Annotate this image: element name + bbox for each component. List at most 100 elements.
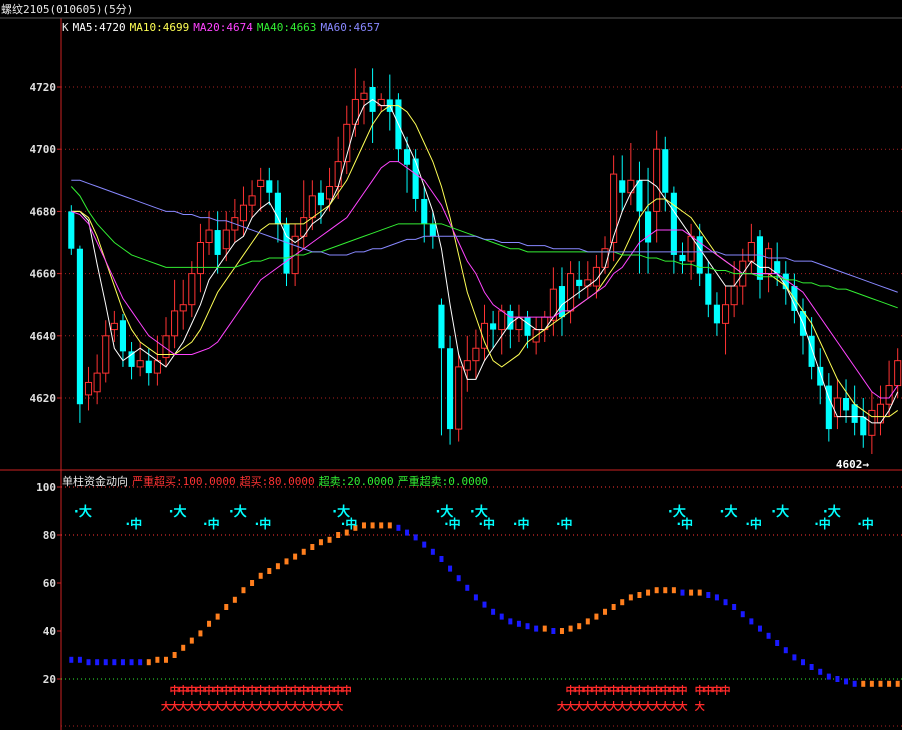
signal-big-icon: ·大 [74,504,92,520]
candle-body-up [171,310,179,337]
candle-body-down [808,335,815,367]
indicator-bar [491,608,496,615]
indicator-bar [207,620,212,627]
candle-body-up [627,179,635,194]
candle-body-down [842,398,850,411]
signal-big-icon: ·大 [771,504,789,520]
candle-body-down [119,320,127,352]
signal-mid-icon: ·中 [444,516,461,531]
indicator-bar [439,556,444,562]
candle-body-down [662,149,669,193]
signal-mid-icon: ·中 [255,516,272,531]
indicator-bar [422,541,427,548]
indicator-bar [370,522,375,529]
candle-body-down [274,192,281,224]
signal-big-icon: ·大 [169,504,187,520]
indicator-bar [895,680,900,687]
indicator-bar [198,630,203,637]
signal-mid-icon: ·中 [676,516,693,531]
indicator-bar [577,623,582,630]
indicator-bar [215,613,220,620]
candle-body-down [576,279,583,287]
indicator-bar [95,659,100,666]
candle-body-up [222,229,230,250]
signal-mid-icon: ·中 [341,516,358,531]
buy-mid-icon: 中 [342,684,352,697]
price-tick-label: 4620 [30,392,57,405]
candle-body-down [490,323,497,330]
indicator-bar [224,604,229,610]
candle-body-down [429,223,436,237]
indicator-bar [671,587,676,594]
candle-body-down [68,211,75,249]
indicator-bar [146,659,151,666]
indicator-bar [542,625,547,632]
signal-mid-icon: ·中 [745,516,762,531]
indicator-bar [336,532,341,538]
indicator-bar [689,589,694,596]
indicator-bar [258,572,263,579]
indicator-bar [379,522,384,529]
candle-body-up [196,242,204,275]
candle-body-up [472,347,480,362]
indicator-bar [516,620,521,627]
indicator-bar [181,644,186,651]
candle-body-up [610,173,618,243]
candle-body-up [205,229,213,243]
indicator-bar [508,618,513,625]
candle-body-up [334,161,342,188]
indicator-bar [465,584,470,591]
indicator-bar [826,673,831,680]
signal-mid-icon: ·中 [814,516,831,531]
ma-line-ma10 [71,105,898,418]
indicator-bar [611,604,616,610]
indicator-bar [852,680,857,687]
indicator-bar [327,536,332,543]
price-tick-label: 4700 [30,143,57,156]
indicator-bar [112,659,117,666]
price-chart[interactable]: 4620 4640 4660 4680 4700 4720 4602→ 20 40 60 80 100… [0,0,902,730]
indicator-bar [551,628,556,634]
indicator-bar [869,680,874,687]
candle-body-down [679,254,686,262]
indicator-bar [77,656,82,663]
indicator-bar [86,659,91,666]
ma-line-ma5 [71,98,899,424]
indicator-bar [628,594,633,601]
indicator-bar [654,587,659,594]
indicator-bar [740,611,745,618]
candle-body-up [455,366,463,430]
candle-body-down [636,180,643,212]
low-price-marker: 4602→ [836,458,869,471]
indicator-bar [818,668,823,675]
candle-body-down [860,416,867,436]
candle-body-up [179,304,187,312]
indicator-bar [637,592,642,598]
indicator-bar [172,652,177,658]
indicator-bar [861,680,866,687]
indicator-bar [499,613,504,620]
indicator-bar [706,592,711,598]
indicator-bar [430,548,435,555]
indicator-bar [594,613,599,620]
indicator-bar [405,529,410,536]
indicator-bar [525,623,530,630]
price-tick-label: 4660 [30,268,57,281]
candle-body-down [524,317,531,336]
indicator-bar [809,664,814,670]
indicator-tick-label: 20 [43,673,56,686]
indicator-bar [120,659,125,666]
candle-body-up [84,381,93,396]
indicator-tick-label: 100 [36,481,56,494]
buy-big-icon: 大 [333,700,343,713]
price-tick-label: 4640 [30,330,57,343]
indicator-bar [646,589,651,596]
signal-big-icon: ·大 [720,504,738,520]
indicator-bar [310,544,315,550]
candle-body-up [498,310,506,331]
candle-body-up [894,360,902,387]
candle-body-up [257,179,265,188]
signal-mid-icon: ·中 [513,516,530,531]
indicator-bar [284,558,289,565]
indicator-bar [766,632,771,639]
